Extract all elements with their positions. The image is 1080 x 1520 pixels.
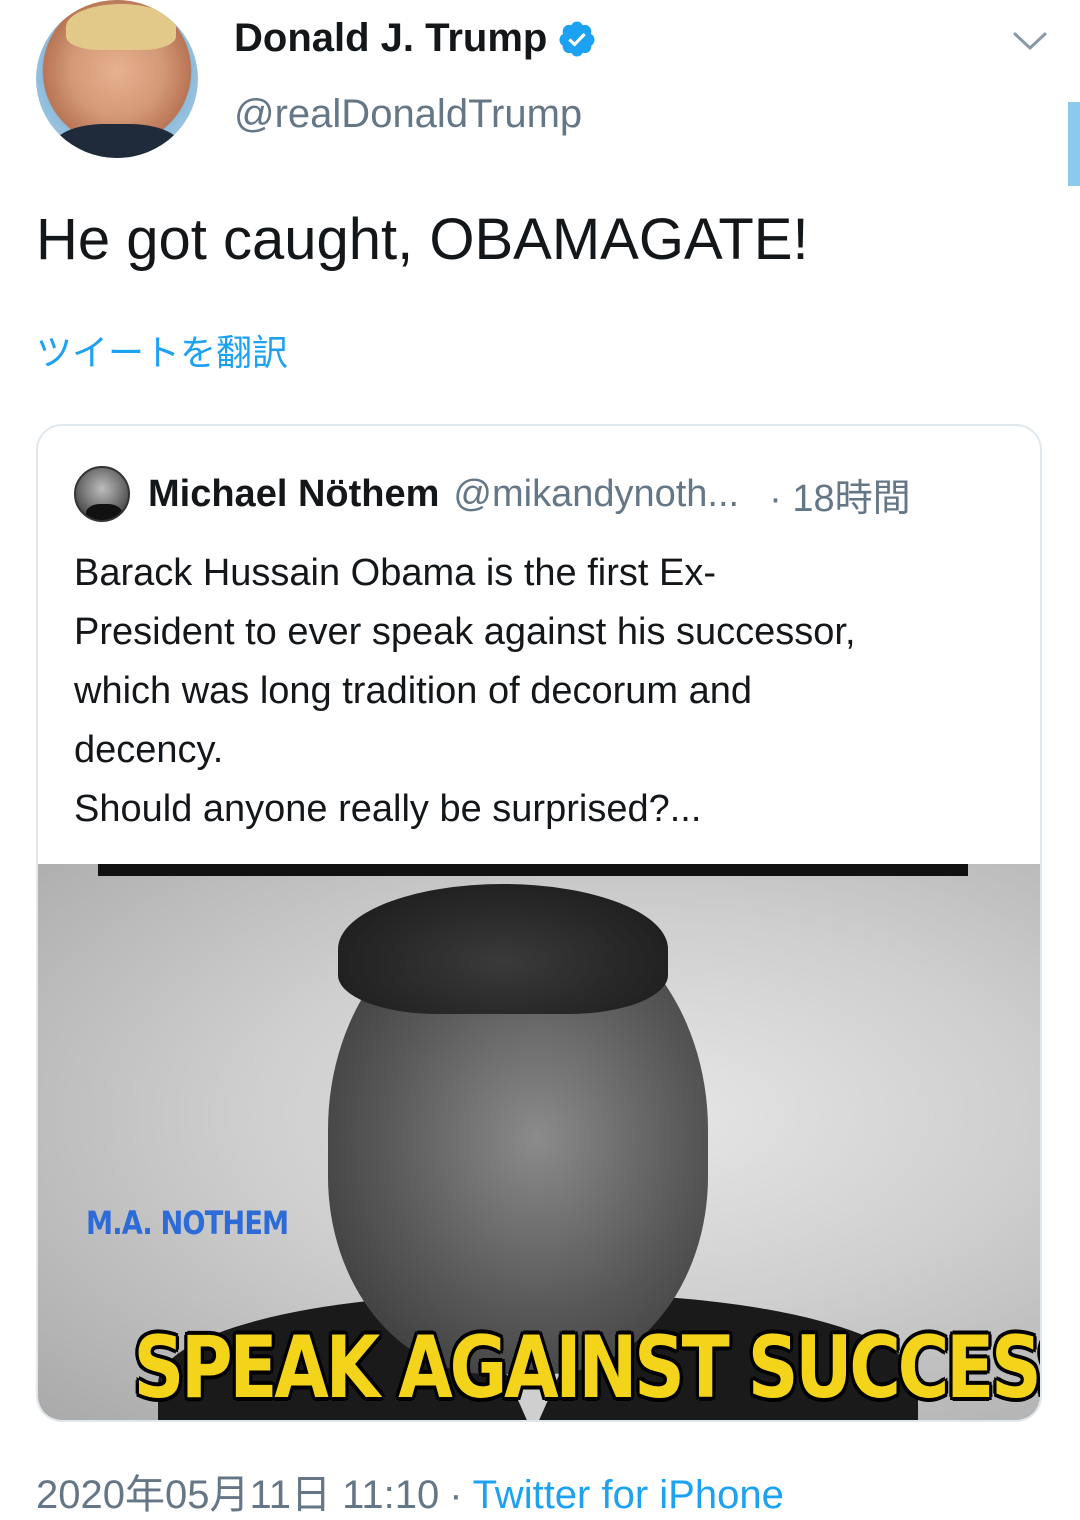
author-handle[interactable]: @realDonaldTrump bbox=[234, 92, 582, 137]
avatar-hair bbox=[66, 4, 176, 50]
image-caption: SPEAK AGAINST SUCCESSOR bbox=[133, 1318, 1040, 1418]
author-name-row: Donald J. Trump bbox=[234, 16, 597, 61]
tweet-source-link[interactable]: Twitter for iPhone bbox=[473, 1473, 784, 1517]
verified-badge-icon bbox=[559, 21, 595, 56]
chevron-down-icon[interactable] bbox=[1012, 30, 1048, 52]
image-watermark: M.A. NOTHEM bbox=[86, 1204, 289, 1242]
quoted-tweet-image[interactable]: M.A. NOTHEM SPEAK AGAINST SUCCESSOR bbox=[38, 864, 1040, 1420]
scrollbar-thumb[interactable] bbox=[1068, 102, 1080, 186]
quoted-author-handle: @mikandynoth... bbox=[453, 472, 740, 515]
quoted-tweet-header: Michael Nöthem @mikandynoth... · 18時間 bbox=[74, 466, 911, 522]
quoted-tweet-time: · 18時間 bbox=[769, 477, 911, 520]
author-name[interactable]: Donald J. Trump bbox=[234, 16, 547, 61]
translate-tweet-link[interactable]: ツイートを翻訳 bbox=[36, 324, 288, 376]
tweet-footer: 2020年05月11日 11:10 · Twitter for iPhone bbox=[36, 1462, 784, 1520]
footer-separator: · bbox=[449, 1473, 463, 1517]
quoted-tweet-text: Barack Hussain Obama is the first Ex- Pr… bbox=[74, 552, 856, 830]
quoted-tweet-card[interactable]: Michael Nöthem @mikandynoth... · 18時間 Ba… bbox=[36, 424, 1042, 1422]
author-avatar[interactable] bbox=[36, 0, 198, 158]
quoted-author-avatar bbox=[74, 466, 130, 522]
avatar-suit bbox=[52, 124, 182, 158]
image-top-text-fragment bbox=[98, 864, 968, 876]
tweet-text: He got caught, OBAMAGATE! bbox=[36, 207, 809, 272]
tweet-timestamp[interactable]: 2020年05月11日 11:10 bbox=[36, 1473, 439, 1517]
image-hair bbox=[338, 884, 668, 1014]
quoted-author-name: Michael Nöthem bbox=[148, 472, 440, 515]
